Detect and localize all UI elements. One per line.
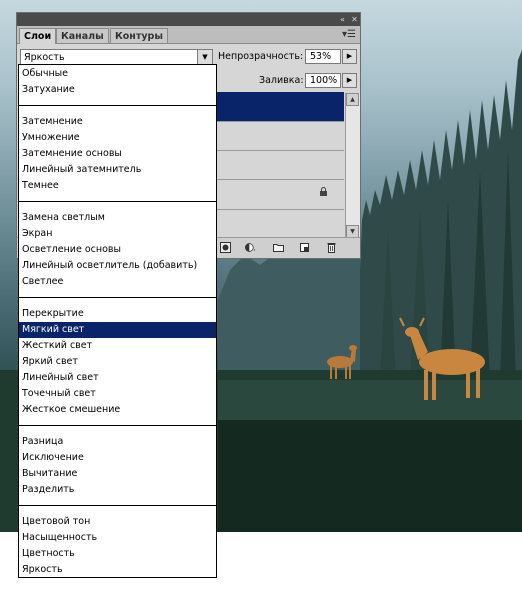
blend-mode-option[interactable]: Линейный осветлитель (добавить) [19,258,216,274]
blend-mode-option[interactable]: Вычитание [19,466,216,482]
adjustment-layer-icon[interactable] [245,242,256,253]
menu-divider [19,297,216,298]
blend-mode-option[interactable]: Темнее [19,178,216,194]
blend-mode-option[interactable]: Цветность [19,546,216,562]
tab-channels[interactable]: Каналы [56,28,109,43]
panel-titlebar[interactable]: « ✕ [17,13,360,26]
fill-stepper-button[interactable]: ▶ [342,73,357,88]
blend-mode-option[interactable]: Насыщенность [19,530,216,546]
menu-divider [19,425,216,426]
add-mask-icon[interactable] [220,242,231,253]
chevron-down-icon[interactable]: ▼ [197,50,212,64]
new-layer-icon[interactable] [299,242,310,253]
blend-mode-option[interactable]: Замена светлым [19,210,216,226]
trash-icon[interactable] [326,242,337,253]
blend-mode-option[interactable]: Светлее [19,274,216,290]
blend-mode-option[interactable]: Исключение [19,450,216,466]
blend-mode-option[interactable]: Осветление основы [19,242,216,258]
blend-mode-dropdown: Обычные Затухание Затемнение Умножение З… [18,64,217,578]
blend-mode-option[interactable]: Жесткое смешение [19,402,216,418]
menu-divider [19,201,216,202]
layer-list-scrollbar[interactable]: ▲ ▼ [345,93,360,238]
opacity-field[interactable]: 53% [305,49,341,64]
menu-divider [19,505,216,506]
blend-mode-option[interactable]: Перекрытие [19,306,216,322]
blend-mode-option[interactable]: Яркий свет [19,354,216,370]
blend-mode-value: Яркость [24,52,65,63]
close-icon[interactable]: ✕ [350,15,359,24]
panel-menu-icon[interactable]: ▾☰ [342,29,356,40]
blend-mode-option[interactable]: Яркость [19,562,216,578]
opacity-label: Непрозрачность: [218,51,304,62]
blend-mode-option[interactable]: Жесткий свет [19,338,216,354]
menu-divider [19,105,216,106]
blend-mode-select[interactable]: Яркость ▼ [20,49,213,65]
blend-mode-option[interactable]: Затухание [19,82,216,98]
fill-field[interactable]: 100% [305,73,341,88]
blend-mode-option[interactable]: Линейный свет [19,370,216,386]
blend-mode-option[interactable]: Разница [19,434,216,450]
tab-layers[interactable]: Слои [19,28,57,44]
fill-label: Заливка: [259,75,304,86]
blend-mode-option[interactable]: Затемнение основы [19,146,216,162]
panel-tabs: Слои Каналы Контуры ▾☰ [17,26,360,44]
blend-mode-option[interactable]: Умножение [19,130,216,146]
blend-mode-option[interactable]: Разделить [19,482,216,498]
blend-mode-option[interactable]: Цветовой тон [19,514,216,530]
tab-paths[interactable]: Контуры [110,28,168,43]
opacity-stepper-button[interactable]: ▶ [342,49,357,64]
collapse-icon[interactable]: « [338,15,347,24]
blend-mode-option-selected[interactable]: Мягкий свет [19,322,216,338]
blend-mode-option[interactable]: Линейный затемнитель [19,162,216,178]
blend-mode-option[interactable]: Экран [19,226,216,242]
lock-icon [320,187,327,196]
blend-mode-option[interactable]: Затемнение [19,114,216,130]
blend-mode-option[interactable]: Точечный свет [19,386,216,402]
blend-mode-option[interactable]: Обычные [19,66,216,82]
new-group-icon[interactable] [273,242,284,253]
scroll-up-icon[interactable]: ▲ [346,93,359,106]
